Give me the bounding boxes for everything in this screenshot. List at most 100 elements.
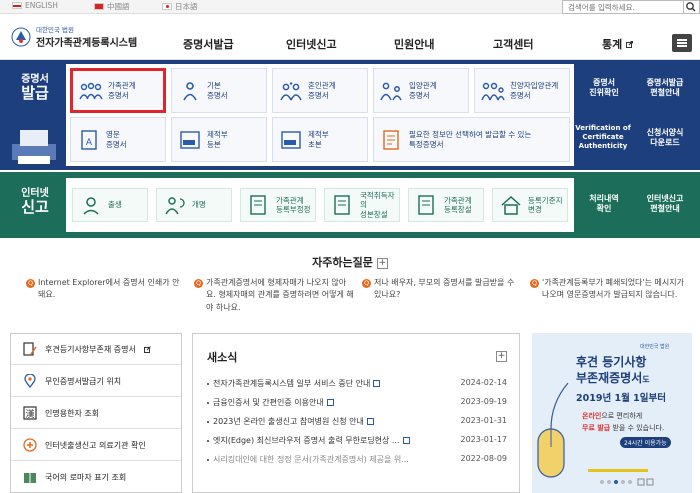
external-link-icon	[143, 345, 151, 353]
japan-flag-icon	[162, 3, 172, 10]
adoption-cert-tile[interactable]: 입양관계 증명서	[373, 68, 469, 113]
nav-statistics[interactable]: 통계	[602, 36, 634, 52]
banner-seal: 대한민국 법원	[640, 344, 670, 350]
document-pen-icon	[23, 342, 37, 356]
english-doc-icon: A	[81, 129, 97, 150]
verification-authenticity-link[interactable]: Verification of Certificate Authenticity	[572, 124, 634, 151]
search-input[interactable]	[562, 0, 684, 14]
removal-register-copy-tile[interactable]: 제적부 등본	[171, 117, 267, 162]
tile-label: 입양관계 증명서	[409, 81, 437, 100]
faq-item[interactable]: Q Internet Explorer에서 증명서 인쇄가 안돼요.	[26, 277, 186, 302]
uk-flag-icon	[12, 2, 22, 9]
faq-item[interactable]: Q 저나 배우자, 부모의 증명서를 발급받을 수 있나요?	[362, 277, 522, 302]
house-icon	[501, 195, 521, 215]
lang-japanese[interactable]: 日本語	[162, 1, 198, 12]
question-icon: Q	[194, 279, 203, 288]
book-icon	[24, 472, 36, 483]
register-correction-tile[interactable]: 가족관계 등록부정정	[240, 188, 316, 222]
register-creation-tile[interactable]: 가족관계 등록창설	[408, 188, 484, 222]
lang-chinese[interactable]: 中國語	[94, 1, 130, 12]
tile-label: 출생	[108, 200, 122, 210]
person-icon	[183, 81, 197, 100]
form-download-link[interactable]: 신청서양식 다운로드	[634, 128, 696, 149]
new-badge-icon	[402, 437, 410, 444]
new-badge-icon	[326, 399, 334, 406]
romanization-link[interactable]: 국어의 로마자 표기 조회	[11, 462, 181, 493]
tile-label: 가족관계 등록부정정	[276, 195, 311, 214]
full-adoption-cert-tile[interactable]: 친양자입양관계 증명서	[474, 68, 570, 113]
process-history-link[interactable]: 처리내역 확인	[578, 194, 630, 215]
news-more-button[interactable]: +	[496, 351, 507, 362]
kiosk-location-link[interactable]: 무인증명서발급기 위치	[11, 366, 181, 397]
new-badge-icon	[366, 418, 374, 425]
family-child-icon	[481, 82, 505, 100]
tile-label: 친양자입양관계 증명서	[510, 81, 559, 100]
news-item[interactable]: 2023년 온라인 출생신고 참여병원 신청 안내 2023-01-31	[207, 416, 507, 430]
name-change-tile[interactable]: 개명	[156, 188, 232, 222]
cert-verify-link[interactable]: 증명서 진위확인	[578, 78, 630, 99]
nav-civil-guide[interactable]: 민원안내	[394, 36, 434, 52]
birth-hospital-link[interactable]: 인터넷출생신고 의료기관 확인	[11, 430, 181, 461]
news-item[interactable]: 시리킹대인에 대한 정정 문서(가족관계증명서) 제공을 위... 2022-0…	[207, 454, 507, 468]
guardianship-promo-banner[interactable]: 대한민국 법원 후견 등기사항 부존재증명서도 2019년 1월 1일부터 온라…	[532, 333, 692, 493]
question-icon: Q	[530, 279, 539, 288]
site-logo[interactable]: 대한민국 법원 전자가족관계등록시스템	[10, 24, 137, 49]
hanja-book-icon: 漢	[23, 406, 37, 420]
header: 대한민국 법원 전자가족관계등록시스템 증명서발급 인터넷신고 민원안내 고객센…	[0, 14, 700, 60]
name-hanja-link[interactable]: 漢 인명용한자 조회	[11, 398, 181, 429]
faq-header: 자주하는질문 +	[312, 256, 388, 269]
family-icon	[79, 82, 103, 99]
cert-binding-guide-link[interactable]: 증명서발급 편철안내	[634, 78, 696, 99]
faq-item[interactable]: Q '가족관계등록부가 폐쇄되었다'는 메시지가 나오며 영문증명서가 발급되지 …	[530, 277, 690, 302]
top-bar: ENGLISH 中國語 日本語	[0, 0, 700, 14]
lang-english[interactable]: ENGLISH	[12, 1, 58, 10]
document-edit-icon	[250, 195, 266, 215]
base-address-change-tile[interactable]: 등록기준지 변경	[492, 188, 568, 222]
document-edit-icon	[418, 195, 434, 215]
new-badge-icon	[373, 380, 381, 387]
printer-illustration-icon	[12, 130, 56, 164]
faq-more-button[interactable]: +	[376, 257, 388, 269]
news-item[interactable]: 엣지(Edge) 최신브라우저 증명서 출력 무한로딩현상 ... 2023-0…	[207, 435, 507, 449]
document-stamp-icon	[281, 130, 301, 149]
guardianship-cert-link[interactable]: 후견등기사항부존재 증명서	[11, 334, 181, 365]
tile-label: 제적부 등본	[207, 130, 228, 149]
menu-button[interactable]	[672, 34, 692, 52]
quick-links-box: 후견등기사항부존재 증명서 무인증명서발급기 위치 漢 인명용한자 조회 인터넷…	[10, 333, 182, 493]
checklist-doc-icon	[383, 129, 399, 150]
court-emblem-icon	[11, 27, 31, 46]
news-item[interactable]: 금융인증서 및 간편인증 이용안내 2023-09-19	[207, 397, 507, 411]
specific-cert-tile[interactable]: 필요한 정보만 선택하여 발급할 수 있는 특정증명서	[373, 117, 570, 162]
faq-item[interactable]: Q 가족관계증명서에 형제자매가 나오지 않아요. 형제자매의 관계를 증명하려면…	[194, 277, 354, 314]
banner-pager	[588, 469, 648, 472]
tile-label: 가족관계 증명서	[108, 81, 136, 100]
removal-register-extract-tile[interactable]: 제적부 초본	[272, 117, 368, 162]
tile-label: 혼인관계 증명서	[308, 81, 336, 100]
basic-cert-tile[interactable]: 기본 증명서	[171, 68, 267, 113]
question-icon: Q	[26, 279, 35, 288]
nav-internet-report[interactable]: 인터넷신고	[286, 36, 337, 52]
svg-text:A: A	[86, 138, 93, 148]
banner-pagination-dots-icon[interactable]	[598, 477, 658, 487]
search-button[interactable]	[684, 0, 700, 14]
naturalized-surname-tile[interactable]: 국적취득자의 성본창설	[324, 188, 400, 222]
marriage-cert-tile[interactable]: 혼인관계 증명서	[272, 68, 368, 113]
news-item[interactable]: 전자가족관계등록시스템 일부 서비스 중단 안내 2024-02-14	[207, 378, 507, 392]
document-stamp-icon	[180, 130, 200, 149]
tile-label: 제적부 초본	[308, 130, 329, 149]
nav-cert-issue[interactable]: 증명서발급	[183, 36, 234, 52]
internet-report-section: 인터넷 신고 출생 개명 가족관계 등록부정정 국적취득자의 성본창설 가족관계…	[0, 172, 700, 238]
family-relation-cert-tile[interactable]: 가족관계 증명서	[70, 68, 166, 113]
search-icon	[686, 2, 696, 12]
news-title: 새소식	[207, 351, 238, 364]
adoption-icon	[380, 82, 402, 100]
question-icon: Q	[362, 279, 371, 288]
birth-report-tile[interactable]: 출생	[72, 188, 148, 222]
svg-text:漢: 漢	[25, 408, 34, 420]
tile-label: 가족관계 등록창설	[444, 195, 472, 214]
report-binding-guide-link[interactable]: 인터넷신고 편철안내	[634, 194, 696, 215]
news-box: 새소식 + 전자가족관계등록시스템 일부 서비스 중단 안내 2024-02-1…	[192, 333, 520, 493]
tile-label: 등록기준지 변경	[528, 195, 563, 214]
nav-customer-center[interactable]: 고객센터	[493, 36, 533, 52]
english-cert-tile[interactable]: A 영문 증명서	[70, 117, 166, 162]
